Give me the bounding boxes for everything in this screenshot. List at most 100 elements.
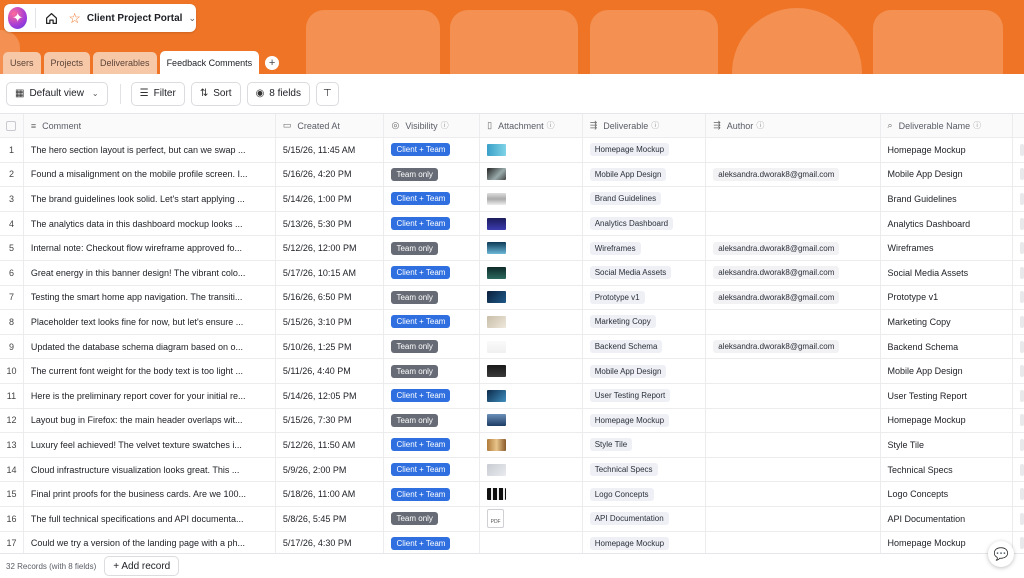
visibility-cell[interactable]: Client + Team	[384, 457, 481, 482]
author-link[interactable]: aleksandra.dworak8@gmail.com	[713, 241, 840, 255]
deliverable-cell[interactable]: Mobile App Design	[583, 162, 707, 187]
deliverable-link[interactable]: Homepage Mockup	[589, 413, 670, 427]
visibility-cell[interactable]: Client + Team	[384, 187, 481, 211]
created-at-cell[interactable]: 5/11/26, 4:40 PM	[276, 359, 385, 383]
attachment-thumbnail[interactable]	[487, 463, 507, 476]
deliverable-name-cell[interactable]: Backend Schema	[881, 334, 1014, 359]
author-cell[interactable]: aleksandra.dworak8@gmail.com	[706, 236, 881, 260]
table-row[interactable]: 15 Final print proofs for the business ca…	[0, 482, 1024, 507]
deliverable-cell[interactable]: Technical Specs	[583, 457, 707, 482]
deliverable-link[interactable]: Technical Specs	[589, 463, 658, 477]
attachment-thumbnail[interactable]	[487, 291, 507, 304]
deliverable-name-cell[interactable]: Technical Specs	[881, 457, 1014, 482]
table-row[interactable]: 8 Placeholder text looks fine for now, bu…	[0, 310, 1024, 335]
comment-cell[interactable]: Final print proofs for the business card…	[24, 482, 276, 506]
deliverable-name-cell[interactable]: Mobile App Design	[881, 359, 1014, 383]
filter-button[interactable]: ☰ Filter	[130, 81, 185, 106]
visibility-cell[interactable]: Client + Team	[384, 310, 481, 334]
attachment-cell[interactable]	[480, 359, 583, 383]
pdf-file-icon[interactable]: PDF	[487, 509, 505, 529]
deliverable-link[interactable]: Prototype v1	[589, 290, 645, 304]
visibility-cell[interactable]: Team only	[384, 506, 481, 531]
author-cell[interactable]	[706, 531, 881, 556]
created-at-cell[interactable]: 5/13/26, 5:30 PM	[276, 211, 385, 236]
author-cell[interactable]	[706, 187, 881, 211]
table-row[interactable]: 3 The brand guidelines look solid. Let's …	[0, 187, 1024, 212]
table-row[interactable]: 6 Great energy in this banner design! The…	[0, 260, 1024, 286]
visibility-cell[interactable]: Team only	[384, 285, 481, 310]
created-at-cell[interactable]: 5/18/26, 11:00 AM	[276, 482, 385, 506]
deliverable-cell[interactable]: User Testing Report	[583, 383, 707, 408]
comment-cell[interactable]: Luxury feel achieved! The velvet texture…	[24, 433, 276, 457]
visibility-cell[interactable]: Team only	[384, 359, 481, 383]
comment-cell[interactable]: The full technical specifications and AP…	[24, 506, 276, 531]
attachment-cell[interactable]	[480, 482, 583, 506]
sparkle-logo-icon[interactable]: ✦	[8, 7, 28, 29]
deliverable-name-cell[interactable]: API Documentation	[881, 506, 1014, 531]
deliverable-cell[interactable]: Mobile App Design	[583, 359, 707, 383]
add-tab-icon[interactable]: +	[265, 56, 280, 70]
chevron-down-icon[interactable]: ⌄	[188, 13, 196, 24]
deliverable-cell[interactable]: Homepage Mockup	[583, 531, 707, 556]
author-cell[interactable]: aleksandra.dworak8@gmail.com	[706, 334, 881, 359]
attachment-thumbnail[interactable]	[487, 143, 507, 156]
table-row[interactable]: 12 Layout bug in Firefox: the main header…	[0, 408, 1024, 434]
attachment-cell[interactable]	[480, 211, 583, 236]
created-at-cell[interactable]: 5/10/26, 1:25 PM	[276, 334, 385, 359]
author-cell[interactable]	[706, 408, 881, 433]
created-at-cell[interactable]: 5/9/26, 2:00 PM	[276, 457, 385, 482]
author-link[interactable]: aleksandra.dworak8@gmail.com	[713, 266, 840, 280]
author-cell[interactable]	[706, 482, 881, 506]
info-icon[interactable]: ⓘ	[973, 120, 981, 131]
author-cell[interactable]	[706, 310, 881, 334]
created-at-cell[interactable]: 5/16/26, 4:20 PM	[276, 162, 385, 187]
deliverable-link[interactable]: Homepage Mockup	[589, 143, 670, 157]
deliverable-link[interactable]: Marketing Copy	[589, 315, 656, 329]
table-row[interactable]: 14 Cloud infrastructure visualization loo…	[0, 457, 1024, 483]
table-row[interactable]: 1 The hero section layout is perfect, but…	[0, 138, 1024, 163]
column-header-comment[interactable]: ≡ Comment	[24, 114, 276, 137]
created-at-cell[interactable]: 5/17/26, 4:30 PM	[276, 531, 385, 556]
author-cell[interactable]: aleksandra.dworak8@gmail.com	[706, 285, 881, 310]
home-icon[interactable]	[44, 10, 58, 26]
deliverable-link[interactable]: Style Tile	[589, 438, 633, 452]
attachment-cell[interactable]	[480, 457, 583, 482]
column-header-author[interactable]: ⇶ Author ⓘ	[706, 114, 881, 137]
visibility-cell[interactable]: Client + Team	[384, 211, 481, 236]
attachment-cell[interactable]	[480, 334, 583, 359]
attachment-cell[interactable]	[480, 310, 583, 334]
table-row[interactable]: 2 Found a misalignment on the mobile prof…	[0, 162, 1024, 188]
author-cell[interactable]	[706, 457, 881, 482]
author-cell[interactable]	[706, 359, 881, 383]
author-cell[interactable]: aleksandra.dworak8@gmail.com	[706, 162, 881, 187]
deliverable-cell[interactable]: Brand Guidelines	[583, 187, 707, 211]
attachment-cell[interactable]	[480, 408, 583, 433]
deliverable-link[interactable]: Backend Schema	[589, 340, 663, 354]
deliverable-cell[interactable]: Wireframes	[583, 236, 707, 260]
visibility-cell[interactable]: Team only	[384, 162, 481, 187]
attachment-cell[interactable]	[480, 162, 583, 187]
deliverable-cell[interactable]: Homepage Mockup	[583, 138, 707, 162]
attachment-cell[interactable]	[480, 138, 583, 162]
attachment-cell[interactable]	[480, 531, 583, 556]
app-title[interactable]: Client Project Portal	[87, 13, 183, 24]
deliverable-link[interactable]: Homepage Mockup	[589, 536, 670, 550]
comment-cell[interactable]: Could we try a version of the landing pa…	[24, 531, 276, 556]
visibility-cell[interactable]: Client + Team	[384, 260, 481, 285]
visibility-cell[interactable]: Client + Team	[384, 138, 481, 162]
created-at-cell[interactable]: 5/8/26, 5:45 PM	[276, 506, 385, 531]
column-header-created-at[interactable]: ▭ Created At	[276, 114, 385, 137]
deliverable-cell[interactable]: Marketing Copy	[583, 310, 707, 334]
comment-cell[interactable]: The hero section layout is perfect, but …	[24, 138, 276, 162]
deliverable-link[interactable]: Analytics Dashboard	[589, 217, 674, 231]
deliverable-cell[interactable]: Style Tile	[583, 433, 707, 457]
info-icon[interactable]: ⓘ	[651, 120, 659, 131]
comment-cell[interactable]: The analytics data in this dashboard moc…	[24, 211, 276, 236]
deliverable-name-cell[interactable]: Marketing Copy	[881, 310, 1014, 334]
deliverable-name-cell[interactable]: Logo Concepts	[881, 482, 1014, 506]
deliverable-link[interactable]: User Testing Report	[589, 389, 671, 403]
deliverable-cell[interactable]: API Documentation	[583, 506, 707, 531]
deliverable-cell[interactable]: Backend Schema	[583, 334, 707, 359]
comment-cell[interactable]: Here is the preliminary report cover for…	[24, 383, 276, 408]
table-row[interactable]: 7 Testing the smart home app navigation. …	[0, 285, 1024, 311]
